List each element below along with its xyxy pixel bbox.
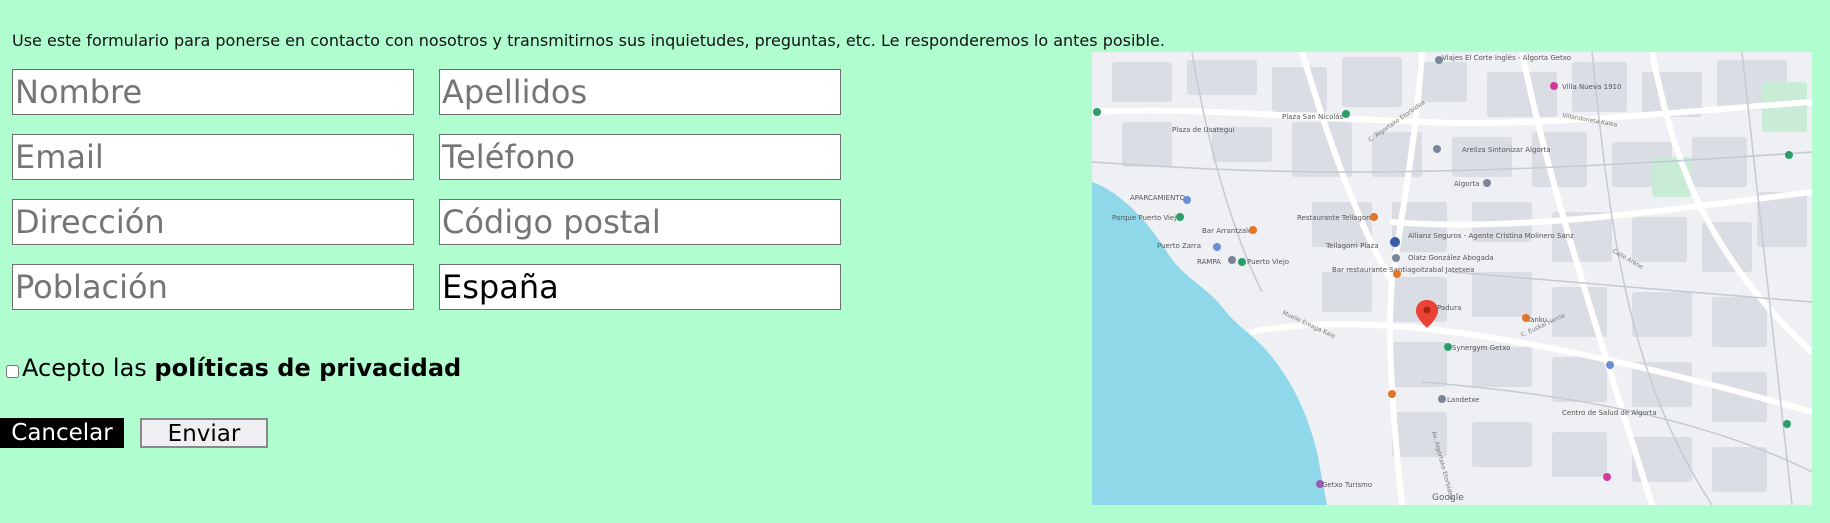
map-place-rampa: RAMPA [1197,258,1221,266]
map-place-villa-nueva: Villa Nueva 1910 [1562,83,1621,91]
direccion-input[interactable] [12,199,414,245]
pais-input[interactable] [439,264,841,310]
poblacion-input[interactable] [12,264,414,310]
map-place-puerto-zarra: Puerto Zarra [1157,242,1201,250]
map-place-olatz: Olatz González Abogada [1408,254,1494,262]
map-place-getxo-turismo: Getxo Turismo [1322,481,1372,489]
google-logo: Google [1432,493,1464,503]
location-map[interactable]: Viajes El Corte Inglés - Algorta Getxo V… [1092,52,1812,505]
map-pin-label: Padura [1437,304,1461,312]
send-button[interactable]: Enviar [140,418,268,448]
map-place-plaza-san-nicolas: Plaza San Nicolás [1282,113,1344,121]
privacy-checkbox[interactable] [6,364,19,378]
nombre-input[interactable] [12,69,414,115]
map-canvas[interactable]: Viajes El Corte Inglés - Algorta Getxo V… [1092,52,1812,505]
map-place-bar-restaurante: Bar restaurante Santiagoitzabal Jatetxea [1332,266,1474,274]
cancel-button[interactable]: Cancelar [0,418,124,448]
map-place-areliza: Areliza Sintonizar Algorta [1462,146,1551,154]
map-place-viajes: Viajes El Corte Inglés - Algorta Getxo [1442,54,1571,62]
map-place-puerto-viejo: Puerto Viejo [1247,258,1289,266]
map-place-aparcamiento: APARCAMIENTO [1130,194,1186,202]
map-place-parque-puerto-viejo: Parque Puerto Viejo [1112,214,1180,222]
map-place-centro-salud: Centro de Salud de Algorta [1562,409,1657,417]
map-place-landetxe: Landetxe [1447,396,1479,404]
telefono-input[interactable] [439,134,841,180]
map-place-algorta: Algorta [1454,180,1479,188]
consent-label: Acepto las [22,354,155,382]
map-place-tellagorri-plaza: Tellagorri Plaza [1325,242,1379,250]
map-place-bar-arrantzale: Bar Arrantzale [1202,227,1252,235]
map-place-plaza-usategui: Plaza de Usategui [1172,126,1235,134]
privacy-policy-link[interactable]: políticas de privacidad [154,354,461,382]
privacy-consent: Acepto las políticas de privacidad [4,354,461,382]
map-place-tellagorri: Restaurante Tellagorri [1297,214,1374,222]
intro-text: Use este formulario para ponerse en cont… [12,31,1165,50]
codigo-postal-input[interactable] [439,199,841,245]
email-input[interactable] [12,134,414,180]
map-place-synergym: Synergym Getxo [1452,344,1510,352]
apellidos-input[interactable] [439,69,841,115]
map-place-allianz: Allianz Seguros - Agente Cristina Moline… [1408,232,1574,240]
